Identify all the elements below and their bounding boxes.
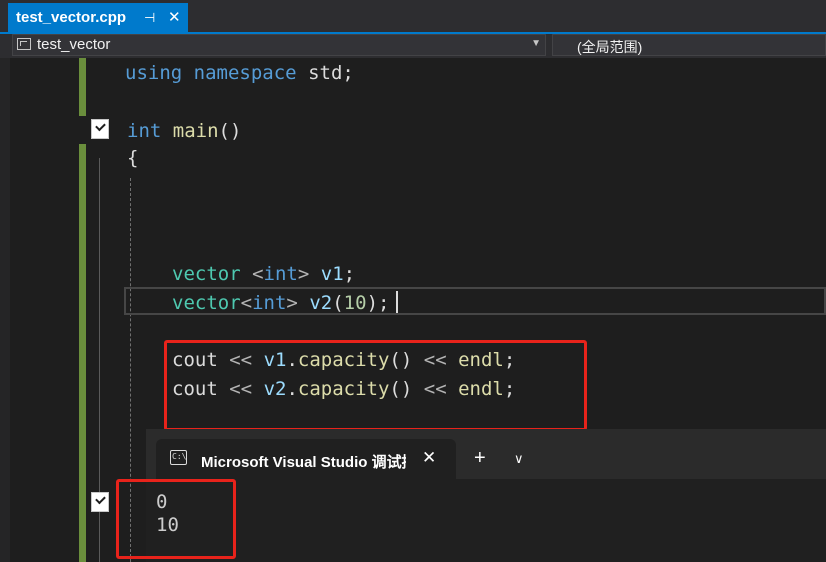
- console-icon: C:\: [170, 450, 187, 465]
- punct: ): [366, 292, 379, 314]
- project-icon: [17, 38, 31, 50]
- punct: (: [332, 292, 344, 314]
- debug-console-window[interactable]: C:\ Microsoft Visual Studio 调试控制台 ✕ + ∨ …: [146, 429, 826, 562]
- editor-left-ruler: [0, 58, 10, 562]
- punct: <: [240, 292, 253, 314]
- collapse-icon[interactable]: [91, 119, 109, 139]
- punct: >: [297, 263, 310, 285]
- change-indicator-bar: [79, 58, 86, 116]
- text-caret: [396, 291, 398, 313]
- terminal-tab-bar: C:\ Microsoft Visual Studio 调试控制台 ✕ + ∨: [146, 429, 826, 479]
- keyword: using: [125, 62, 183, 84]
- keyword: int: [263, 263, 298, 285]
- code-line-main[interactable]: int main(): [127, 119, 241, 143]
- code-line-v2[interactable]: vector<int> v2(10);: [172, 291, 389, 315]
- type-name: vector: [172, 292, 241, 314]
- punct: <: [252, 263, 264, 285]
- terminal-title: Microsoft Visual Studio 调试控制台: [201, 454, 406, 471]
- terminal-tab[interactable]: C:\ Microsoft Visual Studio 调试控制台 ✕: [156, 439, 456, 479]
- variable: v1: [320, 263, 344, 285]
- function-name: main: [172, 120, 219, 142]
- new-tab-button[interactable]: +: [474, 448, 486, 468]
- keyword: int: [252, 292, 287, 314]
- pin-icon[interactable]: ⊣: [144, 3, 155, 32]
- code-line-v1[interactable]: vector <int> v1;: [172, 262, 355, 286]
- punct: {: [127, 147, 139, 169]
- punct: ;: [342, 62, 354, 84]
- punct: ;: [378, 292, 390, 314]
- project-scope-dropdown[interactable]: test_vector ▼: [12, 34, 546, 56]
- collapse-icon[interactable]: [91, 492, 109, 512]
- variable: v2: [309, 292, 333, 314]
- member-scope-label: (全局范围): [577, 39, 643, 55]
- close-icon[interactable]: ✕: [422, 448, 436, 468]
- close-icon[interactable]: ✕: [168, 3, 181, 32]
- type-name: vector: [172, 263, 241, 285]
- change-indicator-bar: [79, 144, 86, 562]
- scope-label: test_vector: [37, 36, 111, 53]
- punct: ;: [343, 263, 356, 285]
- keyword: namespace: [193, 62, 297, 84]
- highlight-box-code: [164, 340, 587, 431]
- chevron-down-icon[interactable]: ∨: [514, 451, 524, 467]
- highlight-box-output: [116, 479, 236, 559]
- punct: (): [218, 120, 242, 142]
- number: 10: [343, 292, 367, 314]
- tab-test-vector-cpp[interactable]: test_vector.cpp ⊣ ✕: [8, 3, 188, 32]
- keyword: int: [127, 120, 162, 142]
- tab-title: test_vector.cpp: [16, 9, 127, 26]
- code-line-brace[interactable]: {: [127, 146, 138, 170]
- document-tab-strip: test_vector.cpp ⊣ ✕: [0, 0, 826, 34]
- chevron-down-icon[interactable]: ▼: [531, 38, 541, 49]
- member-scope-dropdown[interactable]: (全局范围): [552, 34, 826, 56]
- navigation-bar: test_vector ▼ (全局范围): [0, 34, 826, 58]
- code-line-using[interactable]: using namespace std;: [125, 61, 354, 85]
- line-number-margin: [10, 58, 78, 562]
- punct: >: [286, 292, 298, 314]
- identifier: std: [308, 62, 343, 84]
